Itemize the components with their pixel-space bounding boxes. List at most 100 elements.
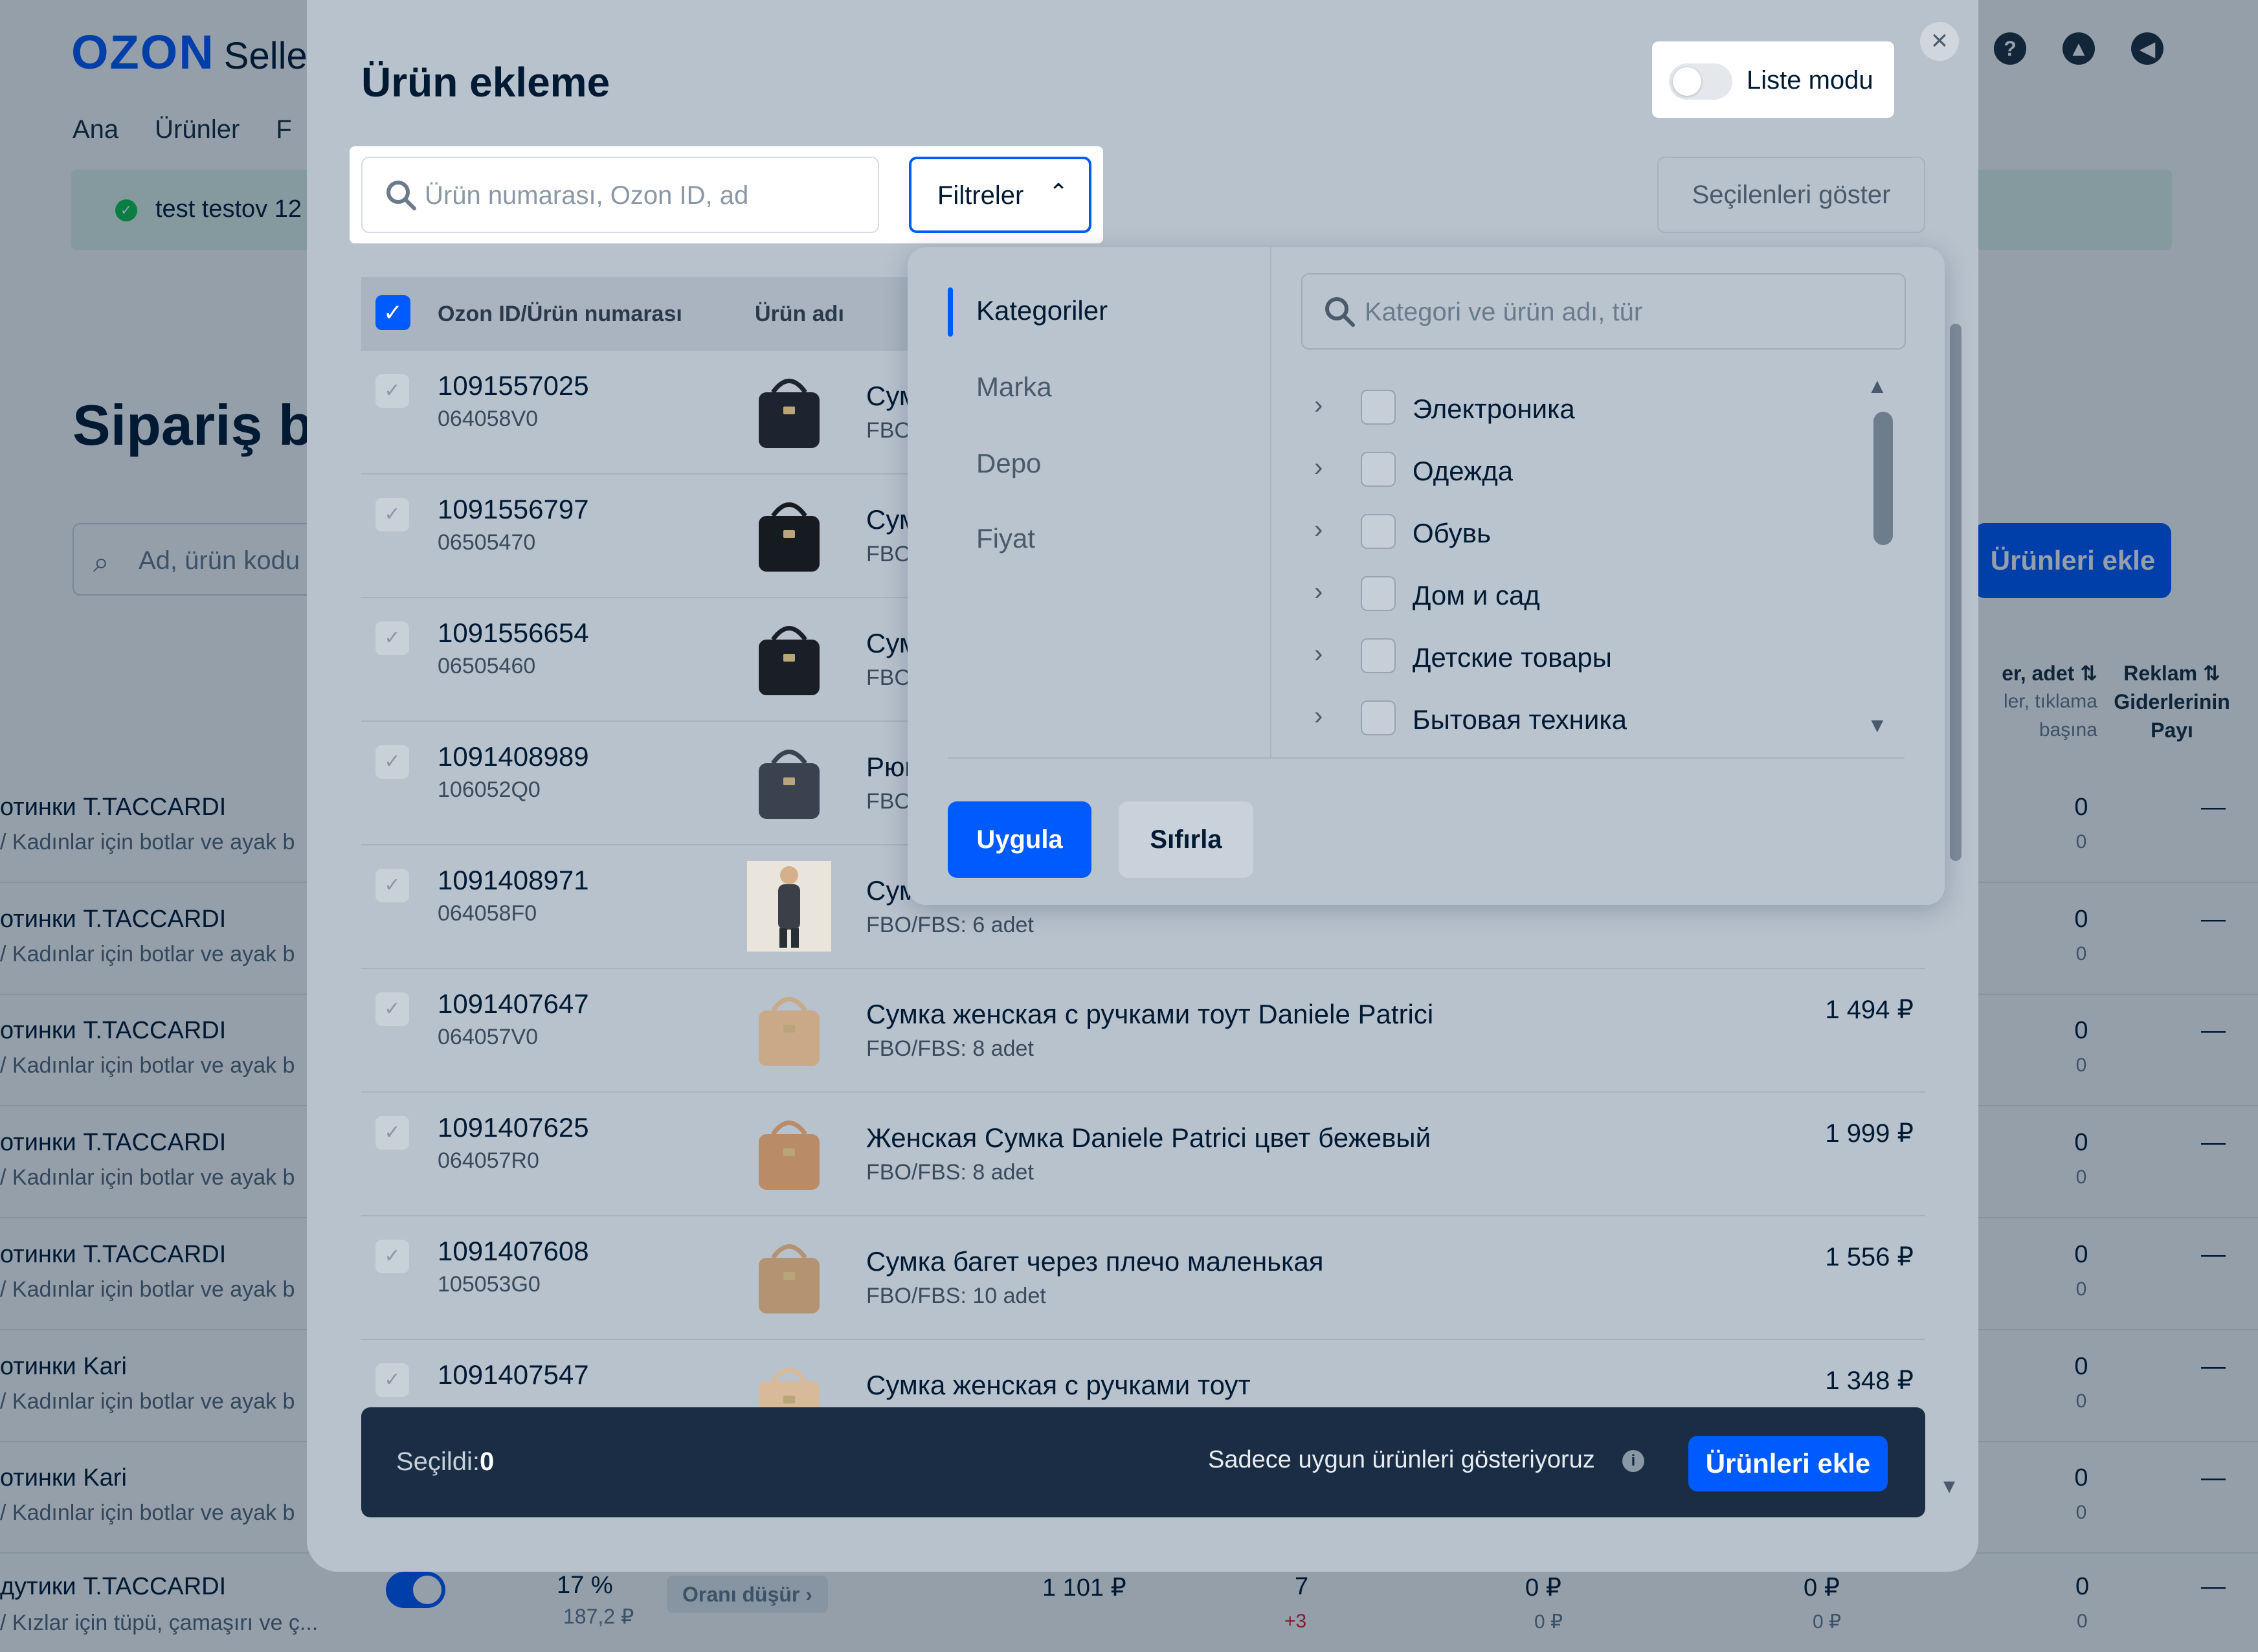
- row-checkbox[interactable]: ✓: [375, 621, 409, 655]
- category-checkbox[interactable]: [1361, 576, 1396, 611]
- product-id: 1091407547: [438, 1359, 589, 1390]
- chevron-up-icon: ⌃: [1049, 179, 1069, 205]
- chevron-right-icon[interactable]: ›: [1314, 577, 1323, 607]
- product-price: 1 999 ₽: [1825, 1119, 1914, 1148]
- show-selected-button[interactable]: Seçilenleri göster: [1657, 157, 1925, 233]
- scroll-down-arrow-icon[interactable]: ▼: [1867, 713, 1888, 737]
- row-checkbox[interactable]: ✓: [375, 1240, 409, 1273]
- category-scrollbar[interactable]: ▲ ▼: [1863, 374, 1902, 763]
- chevron-right-icon[interactable]: ›: [1314, 391, 1323, 420]
- product-sku: 064058F0: [438, 901, 537, 926]
- product-thumbnail: [747, 366, 831, 457]
- column-header-id: Ozon ID/Ürün numarası: [438, 302, 682, 326]
- filter-nav-categories[interactable]: Kategoriler: [976, 295, 1108, 326]
- category-item[interactable]: › Электроника: [1309, 374, 1840, 436]
- product-stock: FBO: [866, 665, 911, 690]
- product-name: Сумка багет через плечо маленькая: [866, 1246, 1324, 1277]
- chevron-right-icon[interactable]: ›: [1314, 702, 1323, 731]
- toggle-switch[interactable]: [1669, 63, 1732, 100]
- filter-nav-brand[interactable]: Marka: [976, 372, 1052, 403]
- category-checkbox[interactable]: [1361, 452, 1396, 487]
- filters-dropdown: Kategoriler Marka Depo Fiyat › Электроник…: [908, 247, 1945, 905]
- category-item[interactable]: ›С: [1309, 747, 1840, 756]
- product-stock: FBO/FBS: 10 adet: [866, 1284, 1046, 1308]
- category-label: Бытовая техника: [1413, 704, 1627, 735]
- product-stock: FBO: [866, 789, 911, 814]
- category-label: Дом и сад: [1413, 580, 1540, 610]
- scroll-up-arrow-icon[interactable]: ▲: [1867, 374, 1888, 398]
- product-stock: FBO: [866, 542, 911, 566]
- product-stock: FBO/FBS: 6 adet: [866, 913, 1034, 937]
- product-stock: FBO/FBS: 8 adet: [866, 1160, 1034, 1185]
- row-checkbox[interactable]: ✓: [375, 374, 409, 408]
- modal-title: Ürün ekleme: [361, 59, 610, 106]
- category-checkbox[interactable]: [1361, 638, 1396, 673]
- product-search-field[interactable]: [425, 171, 865, 220]
- filters-button[interactable]: Filtreler ⌃: [909, 157, 1091, 233]
- product-sku: 105053G0: [438, 1272, 541, 1297]
- divider: [948, 757, 1905, 759]
- selected-count: Seçildi:0: [396, 1447, 495, 1476]
- product-sku: 064057V0: [438, 1025, 539, 1049]
- category-checkbox[interactable]: [1361, 390, 1396, 425]
- product-id: 1091557025: [438, 370, 589, 401]
- category-item[interactable]: › Обувь: [1309, 498, 1840, 561]
- scroll-down-arrow-icon[interactable]: ▾: [1943, 1472, 1955, 1499]
- chevron-right-icon[interactable]: ›: [1314, 640, 1323, 669]
- column-header-name: Ürün adı: [755, 302, 844, 326]
- product-row[interactable]: ✓ 1091407625 064057R0 Женская Сумка Daniele…: [361, 1093, 1925, 1216]
- category-search-input[interactable]: [1301, 273, 1906, 350]
- modal-scrollbar[interactable]: ▾: [1942, 285, 1968, 1515]
- product-row[interactable]: ✓ 1091407608 105053G0 Сумка багет через пле…: [361, 1216, 1925, 1340]
- product-sku: 064057R0: [438, 1148, 539, 1173]
- category-checkbox[interactable]: [1361, 700, 1396, 735]
- product-name: Сумка женская с ручками тоут Daniele Pat…: [866, 999, 1434, 1029]
- product-search-input[interactable]: [361, 157, 879, 233]
- filter-nav-price[interactable]: Fiyat: [976, 523, 1035, 554]
- product-thumbnail: [747, 490, 831, 581]
- product-stock: FBO: [866, 418, 911, 443]
- category-item[interactable]: › Бытовая техника: [1309, 685, 1840, 747]
- product-thumbnail: [747, 985, 831, 1075]
- product-sku: 064058V0: [438, 407, 539, 431]
- row-checkbox[interactable]: ✓: [375, 745, 409, 779]
- chevron-right-icon[interactable]: ›: [1314, 515, 1323, 544]
- category-label: Электроника: [1413, 394, 1575, 424]
- chevron-right-icon[interactable]: ›: [1314, 453, 1323, 482]
- search-filter-bar: Filtreler ⌃: [350, 146, 1103, 243]
- row-checkbox[interactable]: ✓: [375, 869, 409, 902]
- apply-filters-button[interactable]: Uygula: [948, 801, 1091, 878]
- category-checkbox[interactable]: [1361, 514, 1396, 549]
- category-item[interactable]: › Детские товары: [1309, 623, 1840, 685]
- category-item[interactable]: › Одежда: [1309, 436, 1840, 498]
- row-checkbox[interactable]: ✓: [375, 992, 409, 1026]
- close-icon[interactable]: ×: [1920, 22, 1959, 61]
- filter-nav-warehouse[interactable]: Depo: [976, 448, 1041, 479]
- scrollbar-thumb[interactable]: [1950, 324, 1962, 861]
- category-search-field[interactable]: [1365, 287, 1883, 337]
- list-mode-toggle[interactable]: Liste modu: [1652, 41, 1894, 118]
- product-name: Женская Сумка Daniele Patrici цвет бежев…: [866, 1122, 1431, 1153]
- info-icon[interactable]: i: [1622, 1450, 1644, 1472]
- selection-footer: Seçildi:0 Sadece uygun ürünleri gösteriy…: [361, 1407, 1925, 1517]
- search-icon: [386, 181, 416, 210]
- product-sku: 06505470: [438, 530, 536, 555]
- product-row[interactable]: ✓ 1091407647 064057V0 Сумка женская с ручка…: [361, 969, 1925, 1093]
- row-checkbox[interactable]: ✓: [375, 1363, 409, 1397]
- select-all-checkbox[interactable]: ✓: [375, 295, 410, 330]
- add-products-button[interactable]: Ürünleri ekle: [1688, 1436, 1888, 1491]
- product-id: 1091407647: [438, 988, 589, 1019]
- product-id: 1091408971: [438, 865, 589, 895]
- category-label: Обувь: [1413, 518, 1491, 548]
- scrollbar-thumb[interactable]: [1873, 412, 1893, 545]
- product-id: 1091407625: [438, 1112, 589, 1143]
- reset-filters-button[interactable]: Sıfırla: [1119, 801, 1253, 878]
- product-thumbnail: [747, 737, 831, 828]
- row-checkbox[interactable]: ✓: [375, 498, 409, 531]
- product-id: 1091556797: [438, 494, 589, 524]
- row-checkbox[interactable]: ✓: [375, 1116, 409, 1150]
- category-item[interactable]: › Дом и сад: [1309, 561, 1840, 623]
- product-price: 1 348 ₽: [1825, 1367, 1914, 1395]
- search-icon: [1325, 297, 1355, 327]
- product-id: 1091407608: [438, 1236, 589, 1266]
